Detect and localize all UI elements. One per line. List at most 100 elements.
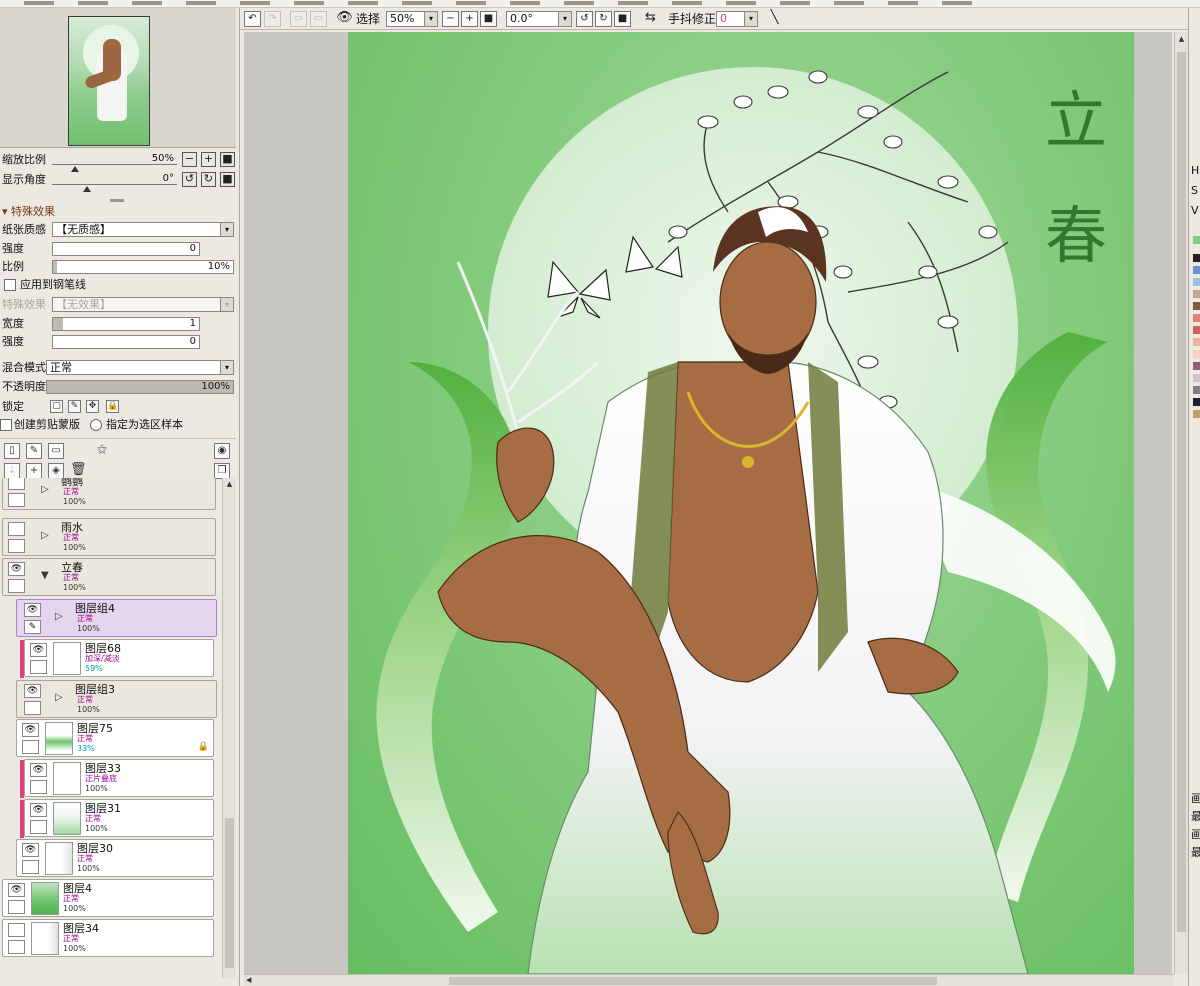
layer-item[interactable]: 👁 图层31 正常 100% <box>20 799 214 838</box>
canvas-area[interactable]: 立 春 <box>244 32 1172 974</box>
effects-section-header[interactable]: ▾ 特殊效果 <box>2 203 55 221</box>
scroll-up-icon[interactable]: ▲ <box>224 479 235 489</box>
redo-icon[interactable]: ↷ <box>264 11 281 27</box>
rotate-left-button[interactable]: ↺ <box>182 172 197 187</box>
color-panel[interactable]: H S V 画 最 画 最 <box>1188 8 1200 986</box>
navigator-panel[interactable] <box>0 8 236 148</box>
layer-item[interactable]: 👁 图层30 正常 100% <box>16 839 214 877</box>
lock-all-icon[interactable]: 🔒 <box>106 400 119 413</box>
eye-icon[interactable]: 👁 <box>336 11 353 27</box>
folder-collapsed-icon[interactable]: ▷ <box>41 484 51 496</box>
invert-selection-icon[interactable]: ▭ <box>310 11 327 27</box>
layer-option-toggle[interactable] <box>8 579 25 593</box>
new-folder-icon[interactable]: ▭ <box>48 443 64 459</box>
layer-option-toggle[interactable] <box>8 493 25 507</box>
layer-option-toggle[interactable] <box>30 820 47 834</box>
zoom-select[interactable]: 50% ▾ <box>386 11 438 27</box>
color-swatch[interactable] <box>1193 362 1200 370</box>
layer-item[interactable]: 👁 图层68 加深/减淡 59% <box>20 639 214 678</box>
layer-option-toggle[interactable] <box>30 660 47 674</box>
undo-icon[interactable]: ↶ <box>244 11 261 27</box>
lock-move-icon[interactable]: ✥ <box>86 400 99 413</box>
merge-down-icon[interactable]: ⇣ <box>4 463 20 479</box>
rotate-right-button[interactable]: ↻ <box>201 172 216 187</box>
color-swatch[interactable] <box>1193 314 1200 322</box>
layer-edit-icon[interactable]: ✎ <box>24 620 41 634</box>
flip-horizontal-icon[interactable]: ⇆ <box>642 11 659 27</box>
layer-option-toggle[interactable] <box>8 539 25 553</box>
color-swatch[interactable] <box>1193 278 1200 286</box>
paper-texture-select[interactable]: 【无质感】 ▾ <box>52 222 234 237</box>
folder-collapsed-icon[interactable]: ▷ <box>55 611 65 623</box>
rotate-left-icon[interactable]: ↺ <box>576 11 593 27</box>
layer-option-toggle[interactable] <box>30 780 47 794</box>
layer-settings-icon[interactable]: ◉ <box>214 443 230 459</box>
effect-width-slider[interactable]: 1 <box>52 317 200 331</box>
navigator-thumbnail[interactable] <box>68 16 150 146</box>
zoom-in-icon[interactable]: + <box>461 11 478 27</box>
lock-transparency-icon[interactable]: ▢ <box>50 400 63 413</box>
eye-icon[interactable]: 👁 <box>8 562 25 576</box>
color-swatch[interactable] <box>1193 338 1200 346</box>
trash-icon[interactable]: 🗑 <box>70 463 87 479</box>
zoom-in-button[interactable]: + <box>201 152 216 167</box>
color-swatch[interactable] <box>1193 236 1200 244</box>
horizontal-scroll-thumb[interactable] <box>449 977 937 985</box>
layer-effects-icon[interactable]: ⚝ <box>94 443 110 459</box>
lock-paint-icon[interactable]: ✎ <box>68 400 81 413</box>
layer-option-toggle[interactable] <box>22 860 39 874</box>
zoom-out-icon[interactable]: − <box>442 11 459 27</box>
layer-item[interactable]: 图层34 正常 100% <box>2 919 214 957</box>
color-swatch[interactable] <box>1193 374 1200 382</box>
visibility-toggle[interactable] <box>8 522 25 536</box>
layer-item[interactable]: 👁 图层75 正常 33% 🔒 <box>16 719 214 757</box>
deselect-icon[interactable]: ▭ <box>290 11 307 27</box>
effect-strength-slider[interactable]: 0 <box>52 335 200 349</box>
scroll-left-icon[interactable]: ◀ <box>246 976 251 984</box>
eye-icon[interactable]: 👁 <box>8 883 25 897</box>
color-swatch[interactable] <box>1193 302 1200 310</box>
layer-copy-icon[interactable]: ❐ <box>214 463 230 479</box>
menu-bar[interactable] <box>0 0 1200 8</box>
color-swatch[interactable] <box>1193 386 1200 394</box>
opacity-slider[interactable]: 100% <box>46 380 234 394</box>
vertical-scroll-thumb[interactable] <box>1177 52 1186 932</box>
layer-item[interactable]: 👁 图层4 正常 100% <box>2 879 214 917</box>
color-swatch[interactable] <box>1193 350 1200 358</box>
texture-ratio-slider[interactable]: 10% <box>52 260 234 274</box>
rotate-right-icon[interactable]: ↻ <box>595 11 612 27</box>
color-swatch[interactable] <box>1193 398 1200 406</box>
zoom-out-button[interactable]: − <box>182 152 197 167</box>
selection-source-radio[interactable] <box>90 419 102 431</box>
color-swatch[interactable] <box>1193 254 1200 262</box>
layer-folder-selected[interactable]: 👁 ✎ ▷ 图层组4 正常 100% <box>16 599 217 637</box>
color-swatch[interactable] <box>1193 266 1200 274</box>
eye-icon[interactable]: 👁 <box>22 843 39 857</box>
new-layer-plus-icon[interactable]: + <box>26 463 42 479</box>
color-swatch[interactable] <box>1193 290 1200 298</box>
blend-mode-select[interactable]: 正常 ▾ <box>46 360 234 375</box>
layer-option-toggle[interactable] <box>8 940 25 954</box>
layer-option-toggle[interactable] <box>22 740 39 754</box>
layer-folder[interactable]: 👁 ▷ 图层组3 正常 100% <box>16 680 217 718</box>
eye-icon[interactable]: 👁 <box>22 723 39 737</box>
apply-to-pen-checkbox[interactable] <box>4 279 16 291</box>
artwork-canvas[interactable]: 立 春 <box>348 32 1134 974</box>
new-vector-layer-icon[interactable]: ✎ <box>26 443 42 459</box>
layer-folder[interactable]: 👁 ▼ 立春 正常 100% <box>2 558 216 596</box>
canvas-vertical-scrollbar[interactable]: ▲ <box>1174 32 1188 974</box>
texture-strength-slider[interactable]: 0 <box>52 242 200 256</box>
clipping-mask-checkbox[interactable] <box>0 419 12 431</box>
new-layer-icon[interactable]: ▯ <box>4 443 20 459</box>
layer-option-toggle[interactable] <box>24 701 41 715</box>
rotate-reset-icon[interactable]: ■ <box>614 11 631 27</box>
clear-layer-icon[interactable]: ◈ <box>48 463 64 479</box>
eye-icon[interactable]: 👁 <box>30 763 47 777</box>
folder-collapsed-icon[interactable]: ▷ <box>55 692 65 704</box>
layer-folder[interactable]: ▷ 鹦鹦 正常 100% <box>2 478 216 510</box>
rotate-reset-button[interactable]: ■ <box>220 172 235 187</box>
line-tool-icon[interactable]: ╲ <box>766 11 783 27</box>
canvas-horizontal-scrollbar[interactable]: ◀ <box>244 974 1174 986</box>
zoom-reset-icon[interactable]: ■ <box>480 11 497 27</box>
layer-folder[interactable]: ▷ 雨水 正常 100% <box>2 518 216 556</box>
